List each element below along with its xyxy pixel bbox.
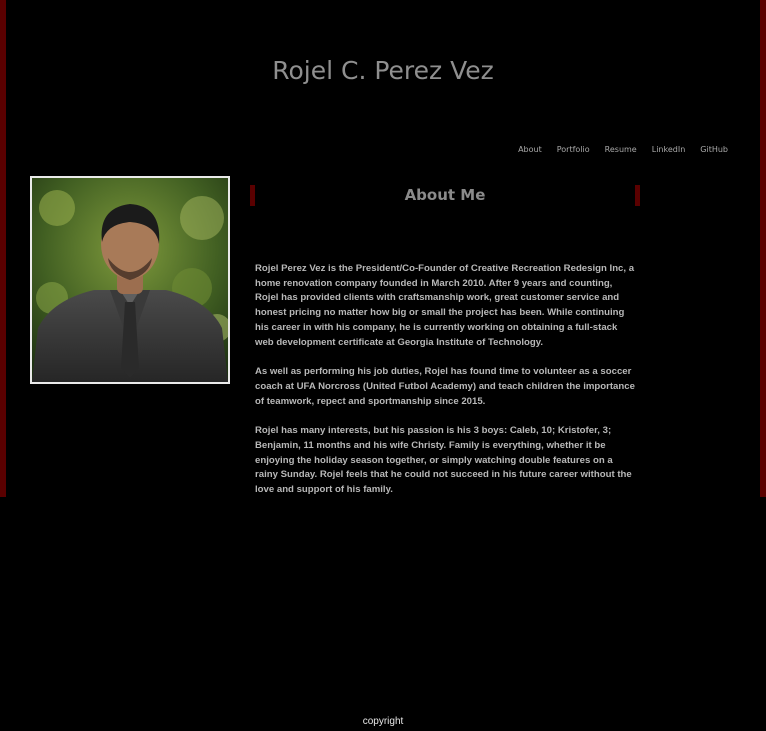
main-nav: About Portfolio Resume LinkedIn GitHub	[503, 145, 728, 154]
about-title: About Me	[404, 186, 486, 204]
profile-photo	[30, 176, 230, 384]
nav-link-about[interactable]: About	[518, 145, 542, 154]
about-header: About Me	[250, 185, 640, 206]
nav-link-github[interactable]: GitHub	[700, 145, 728, 154]
site-title: Rojel C. Perez Vez	[272, 56, 494, 85]
nav-link-resume[interactable]: Resume	[605, 145, 637, 154]
about-paragraph: Rojel has many interests, but his passio…	[255, 425, 632, 496]
about-paragraph: As well as performing his job duties, Ro…	[255, 366, 635, 407]
nav-link-linkedin[interactable]: LinkedIn	[652, 145, 686, 154]
nav-link-portfolio[interactable]: Portfolio	[557, 145, 590, 154]
footer-copyright: copyright	[362, 716, 404, 727]
about-paragraph: Rojel Perez Vez is the President/Co-Foun…	[255, 263, 635, 348]
about-body: Rojel Perez Vez is the President/Co-Foun…	[255, 262, 635, 513]
